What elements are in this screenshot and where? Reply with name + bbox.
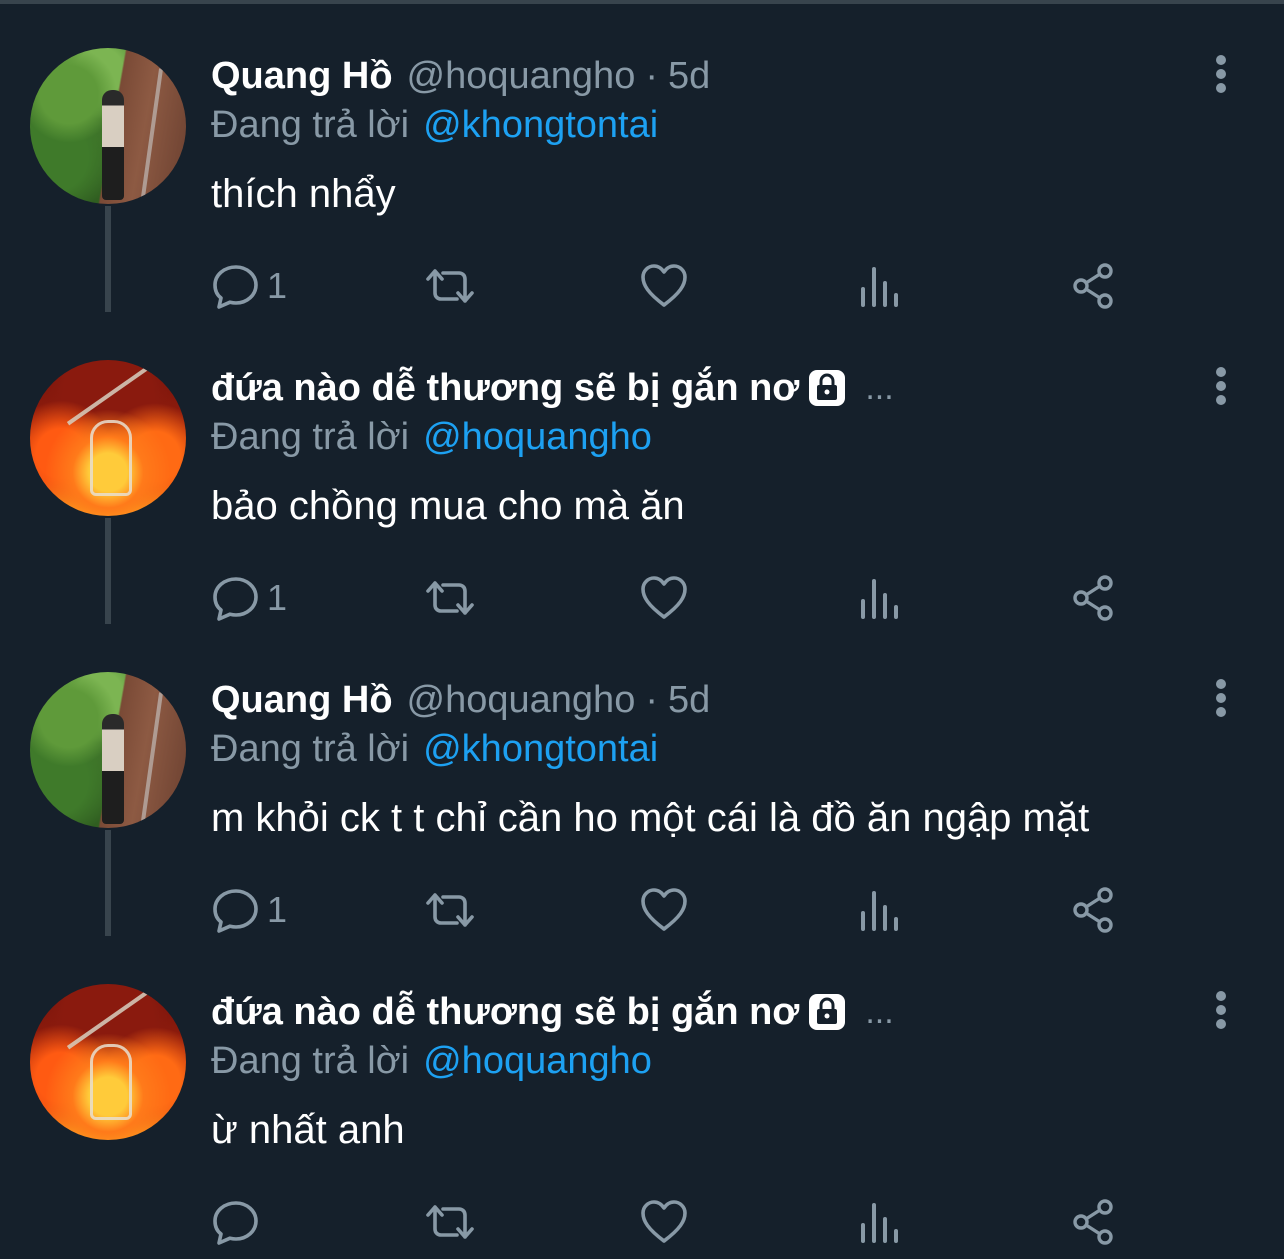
reply-count: 1 bbox=[267, 889, 288, 930]
reply-count: 1 bbox=[267, 265, 288, 306]
reply-icon bbox=[213, 1201, 258, 1245]
like-icon bbox=[641, 1200, 687, 1243]
share-button[interactable] bbox=[1069, 570, 1119, 626]
share-icon bbox=[1073, 575, 1113, 621]
reply-icon bbox=[213, 577, 258, 621]
more-options-icon[interactable] bbox=[1204, 364, 1238, 408]
retweet-icon bbox=[426, 893, 474, 927]
like-button[interactable] bbox=[639, 882, 689, 938]
lock-icon bbox=[809, 370, 846, 406]
replying-to: Đang trả lời @khongtontai bbox=[211, 104, 658, 147]
tweet-actions: 1 bbox=[211, 258, 1113, 314]
mention-link[interactable]: @khongtontai bbox=[423, 728, 658, 770]
tweet-text: bảo chồng mua cho mà ăn bbox=[211, 484, 685, 528]
thread-connector bbox=[105, 518, 111, 624]
retweet-button[interactable] bbox=[425, 258, 475, 314]
stats-icon bbox=[861, 891, 898, 931]
share-icon bbox=[1073, 263, 1113, 309]
tweet-header: Quang Hồ @hoquangho · 5d bbox=[211, 52, 710, 100]
mention-link[interactable]: @hoquangho bbox=[423, 1040, 652, 1082]
separator-dot: · bbox=[645, 678, 658, 721]
avatar[interactable] bbox=[30, 984, 186, 1140]
tweet-actions: 1 bbox=[211, 570, 1113, 626]
reply-icon bbox=[213, 265, 258, 309]
tweet-text: ừ nhất anh bbox=[211, 1108, 405, 1152]
tweet-text: thích nhẩy bbox=[211, 172, 396, 216]
like-icon bbox=[641, 576, 687, 619]
more-options-icon[interactable] bbox=[1204, 676, 1238, 720]
like-button[interactable] bbox=[639, 570, 689, 626]
tweet-header: đứa nào dễ thương sẽ bị gắn nơ ... bbox=[211, 364, 894, 412]
reply-button[interactable] bbox=[211, 1194, 267, 1250]
separator-dot: · bbox=[645, 54, 658, 97]
replying-label: Đang trả lời bbox=[211, 1040, 410, 1082]
mention-link[interactable]: @hoquangho bbox=[423, 416, 652, 458]
stats-icon bbox=[861, 1203, 898, 1243]
avatar[interactable] bbox=[30, 360, 186, 516]
retweet-icon bbox=[426, 1205, 474, 1239]
tweet-text: m khỏi ck t t chỉ cần ho một cái là đồ ă… bbox=[211, 796, 1090, 840]
replying-to: Đang trả lời @khongtontai bbox=[211, 728, 658, 771]
replying-to: Đang trả lời @hoquangho bbox=[211, 416, 652, 459]
reply-button[interactable]: 1 bbox=[211, 570, 287, 626]
reply-count: 1 bbox=[267, 577, 288, 618]
thread-connector bbox=[105, 830, 111, 936]
author-handle[interactable]: @hoquangho bbox=[407, 55, 636, 98]
reply-button[interactable]: 1 bbox=[211, 882, 287, 938]
name-truncation: ... bbox=[865, 992, 894, 1031]
retweet-icon bbox=[426, 581, 474, 615]
tweet-actions: 1 bbox=[211, 882, 1113, 938]
tweet-time[interactable]: 5d bbox=[668, 679, 710, 722]
reply-icon bbox=[213, 889, 258, 933]
name-truncation: ... bbox=[865, 368, 894, 407]
reply-button[interactable]: 1 bbox=[211, 258, 287, 314]
share-button[interactable] bbox=[1069, 258, 1119, 314]
stats-button[interactable] bbox=[855, 570, 905, 626]
stats-icon bbox=[861, 267, 898, 307]
tweet-actions bbox=[211, 1194, 1113, 1250]
author-name[interactable]: đứa nào dễ thương sẽ bị gắn nơ bbox=[211, 991, 799, 1034]
share-icon bbox=[1073, 887, 1113, 933]
replying-label: Đang trả lời bbox=[211, 728, 410, 770]
like-button[interactable] bbox=[639, 1194, 689, 1250]
more-options-icon[interactable] bbox=[1204, 52, 1238, 96]
share-button[interactable] bbox=[1069, 1194, 1119, 1250]
more-options-icon[interactable] bbox=[1204, 988, 1238, 1032]
lock-icon bbox=[809, 994, 846, 1030]
stats-button[interactable] bbox=[855, 258, 905, 314]
tweet-time[interactable]: 5d bbox=[668, 55, 710, 98]
author-name[interactable]: đứa nào dễ thương sẽ bị gắn nơ bbox=[211, 367, 799, 410]
replying-label: Đang trả lời bbox=[211, 104, 410, 146]
tweet-thread: Quang Hồ @hoquangho · 5d Đang trả lời @kh… bbox=[0, 0, 1284, 1259]
like-icon bbox=[641, 264, 687, 307]
tweet[interactable]: đứa nào dễ thương sẽ bị gắn nơ ... Đang … bbox=[0, 936, 1284, 1248]
author-handle[interactable]: @hoquangho bbox=[407, 679, 636, 722]
replying-label: Đang trả lời bbox=[211, 416, 410, 458]
share-icon bbox=[1073, 1199, 1113, 1245]
tweet-header: đứa nào dễ thương sẽ bị gắn nơ ... bbox=[211, 988, 894, 1036]
author-name[interactable]: Quang Hồ bbox=[211, 55, 393, 98]
like-button[interactable] bbox=[639, 258, 689, 314]
thread-connector bbox=[105, 206, 111, 312]
stats-button[interactable] bbox=[855, 882, 905, 938]
avatar[interactable] bbox=[30, 48, 186, 204]
share-button[interactable] bbox=[1069, 882, 1119, 938]
stats-button[interactable] bbox=[855, 1194, 905, 1250]
avatar[interactable] bbox=[30, 672, 186, 828]
stats-icon bbox=[861, 579, 898, 619]
tweet-header: Quang Hồ @hoquangho · 5d bbox=[211, 676, 710, 724]
tweet[interactable]: đứa nào dễ thương sẽ bị gắn nơ ... Đang … bbox=[0, 312, 1284, 624]
tweet[interactable]: Quang Hồ @hoquangho · 5d Đang trả lời @kh… bbox=[0, 0, 1284, 312]
mention-link[interactable]: @khongtontai bbox=[423, 104, 658, 146]
author-name[interactable]: Quang Hồ bbox=[211, 679, 393, 722]
retweet-button[interactable] bbox=[425, 570, 475, 626]
replying-to: Đang trả lời @hoquangho bbox=[211, 1040, 652, 1083]
retweet-button[interactable] bbox=[425, 882, 475, 938]
like-icon bbox=[641, 888, 687, 931]
retweet-button[interactable] bbox=[425, 1194, 475, 1250]
tweet[interactable]: Quang Hồ @hoquangho · 5d Đang trả lời @kh… bbox=[0, 624, 1284, 936]
retweet-icon bbox=[426, 269, 474, 303]
